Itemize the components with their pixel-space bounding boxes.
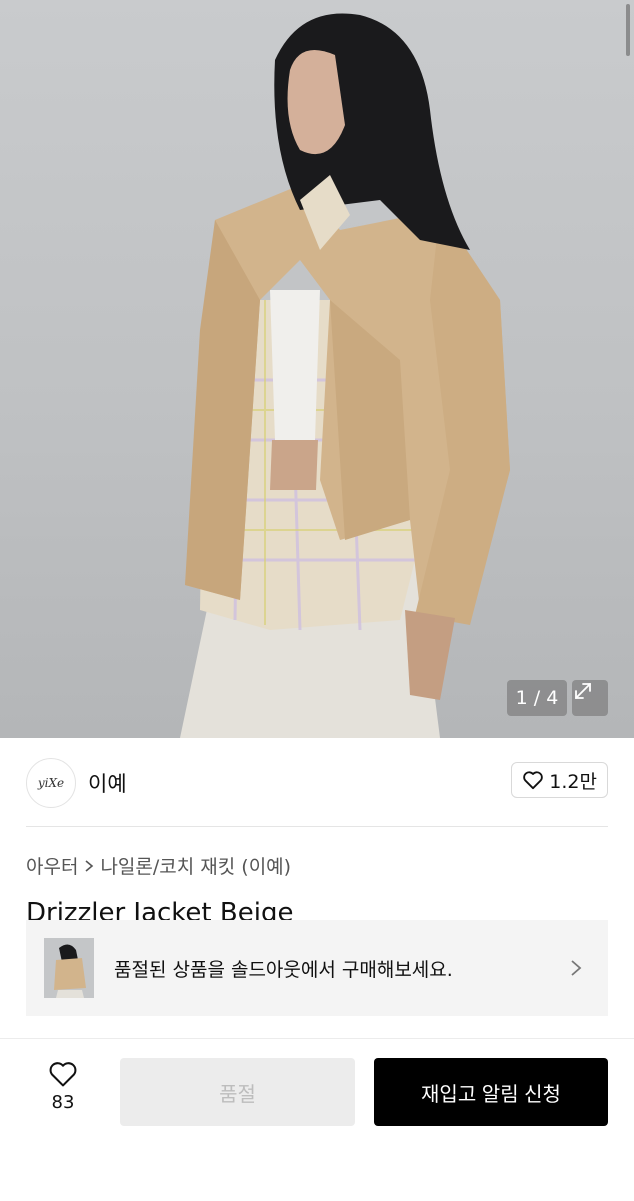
model-illustration	[180, 13, 510, 738]
breadcrumb-category[interactable]: 아우터	[26, 852, 78, 879]
brand-like-count: 1.2만	[549, 770, 597, 793]
breadcrumb-subcategory[interactable]: 나일론/코치 재킷 (이예)	[100, 852, 291, 879]
breadcrumb: 아우터 나일론/코치 재킷 (이예)	[26, 852, 291, 879]
brand-like-button[interactable]: 1.2만	[511, 762, 608, 798]
expand-image-button[interactable]	[572, 680, 608, 716]
brand-logo-text: yiXe	[37, 776, 65, 790]
product-title: Drizzler Jacket Beige	[26, 898, 294, 920]
product-image[interactable]: 1 / 4	[0, 0, 634, 738]
soldout-thumbnail	[44, 938, 94, 998]
soldout-banner[interactable]: 품절된 상품을 솔드아웃에서 구매해보세요.	[26, 920, 608, 1016]
expand-arrows-icon	[575, 683, 591, 699]
chevron-right-icon	[571, 960, 582, 976]
wish-count: 83	[51, 1092, 75, 1113]
wish-button[interactable]: 83	[36, 1060, 90, 1113]
soldout-button[interactable]: 품절	[120, 1058, 355, 1126]
chevron-right-icon	[85, 859, 94, 872]
brand-row: yiXe 이예 1.2만	[26, 756, 608, 808]
restock-alert-button[interactable]: 재입고 알림 신청	[374, 1058, 608, 1126]
image-page-counter: 1 / 4	[507, 680, 567, 716]
heart-outline-icon	[49, 1062, 77, 1087]
scrollbar[interactable]	[626, 4, 630, 56]
brand-logo[interactable]: yiXe	[26, 758, 76, 808]
brand-name[interactable]: 이예	[88, 768, 127, 798]
heart-outline-icon	[523, 771, 544, 790]
soldout-banner-text: 품절된 상품을 솔드아웃에서 구매해보세요.	[114, 958, 453, 981]
divider	[26, 826, 608, 827]
